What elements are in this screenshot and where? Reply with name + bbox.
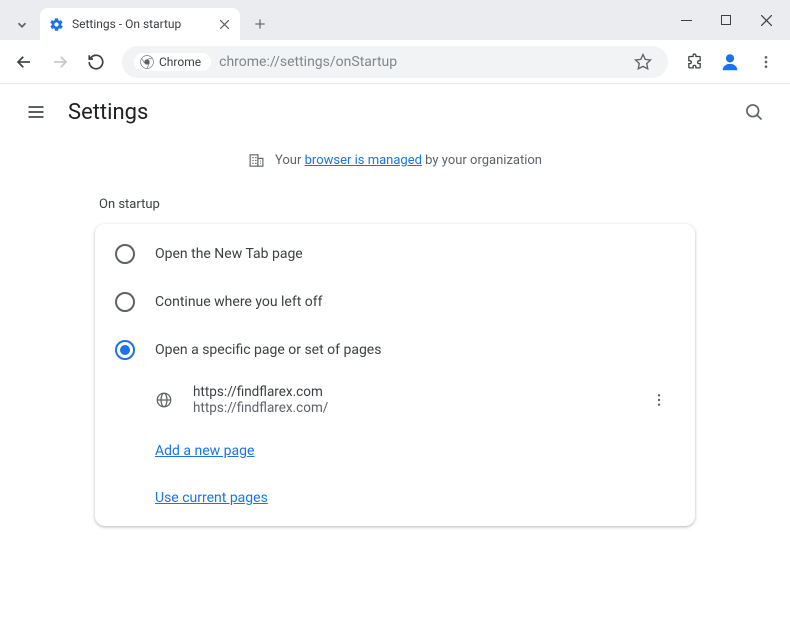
page-name: https://findflarex.com xyxy=(193,384,643,400)
menu-icon[interactable] xyxy=(750,46,782,78)
minimize-button[interactable] xyxy=(666,3,706,37)
search-tabs-button[interactable] xyxy=(8,10,36,40)
forward-button[interactable] xyxy=(44,46,76,78)
building-icon xyxy=(248,152,265,169)
site-chip[interactable]: Chrome xyxy=(134,53,211,71)
extensions-icon[interactable] xyxy=(678,46,710,78)
option-specific-pages[interactable]: Open a specific page or set of pages xyxy=(95,326,695,374)
startup-options-card: Open the New Tab page Continue where you… xyxy=(95,224,695,526)
option-label: Open a specific page or set of pages xyxy=(155,342,381,358)
add-new-page-link[interactable]: Add a new page xyxy=(155,443,254,459)
settings-header: Settings xyxy=(0,84,790,140)
maximize-button[interactable] xyxy=(706,3,746,37)
option-label: Continue where you left off xyxy=(155,294,323,310)
option-new-tab[interactable]: Open the New Tab page xyxy=(95,230,695,278)
reload-button[interactable] xyxy=(80,46,112,78)
profile-avatar[interactable] xyxy=(714,46,746,78)
managed-text: Your browser is managed by your organiza… xyxy=(275,153,542,168)
search-settings-button[interactable] xyxy=(734,92,774,132)
page-actions-menu[interactable] xyxy=(643,384,675,416)
window-controls xyxy=(666,0,790,40)
option-continue[interactable]: Continue where you left off xyxy=(95,278,695,326)
tab-title: Settings - On startup xyxy=(72,17,216,31)
tab-settings[interactable]: Settings - On startup xyxy=(40,8,240,40)
managed-link[interactable]: browser is managed xyxy=(305,153,422,168)
page-info: https://findflarex.com https://findflare… xyxy=(193,384,643,416)
option-label: Open the New Tab page xyxy=(155,246,303,262)
hamburger-menu-button[interactable] xyxy=(16,92,56,132)
address-bar[interactable]: Chrome chrome://settings/onStartup xyxy=(122,46,668,78)
chip-label: Chrome xyxy=(159,55,201,69)
startup-page-row: https://findflarex.com https://findflare… xyxy=(95,374,695,426)
new-tab-button[interactable] xyxy=(246,10,274,38)
close-window-button[interactable] xyxy=(746,3,786,37)
close-icon[interactable] xyxy=(216,16,232,32)
radio-icon xyxy=(115,340,135,360)
gear-icon xyxy=(48,16,64,32)
use-current-row: Use current pages xyxy=(95,473,695,520)
back-button[interactable] xyxy=(8,46,40,78)
page-title: Settings xyxy=(68,100,734,125)
managed-banner: Your browser is managed by your organiza… xyxy=(0,140,790,181)
tab-strip: Settings - On startup xyxy=(0,8,666,40)
bookmark-star-icon[interactable] xyxy=(630,53,656,71)
add-page-row: Add a new page xyxy=(95,426,695,473)
page-url: https://findflarex.com/ xyxy=(193,400,643,416)
on-startup-section: On startup Open the New Tab page Continu… xyxy=(55,181,735,526)
globe-icon xyxy=(155,391,173,409)
toolbar: Chrome chrome://settings/onStartup xyxy=(0,40,790,84)
radio-icon xyxy=(115,292,135,312)
titlebar: Settings - On startup xyxy=(0,0,790,40)
section-title: On startup xyxy=(95,181,695,224)
chrome-logo-icon xyxy=(140,55,154,69)
use-current-pages-link[interactable]: Use current pages xyxy=(155,490,268,506)
radio-icon xyxy=(115,244,135,264)
url-text: chrome://settings/onStartup xyxy=(219,54,630,70)
